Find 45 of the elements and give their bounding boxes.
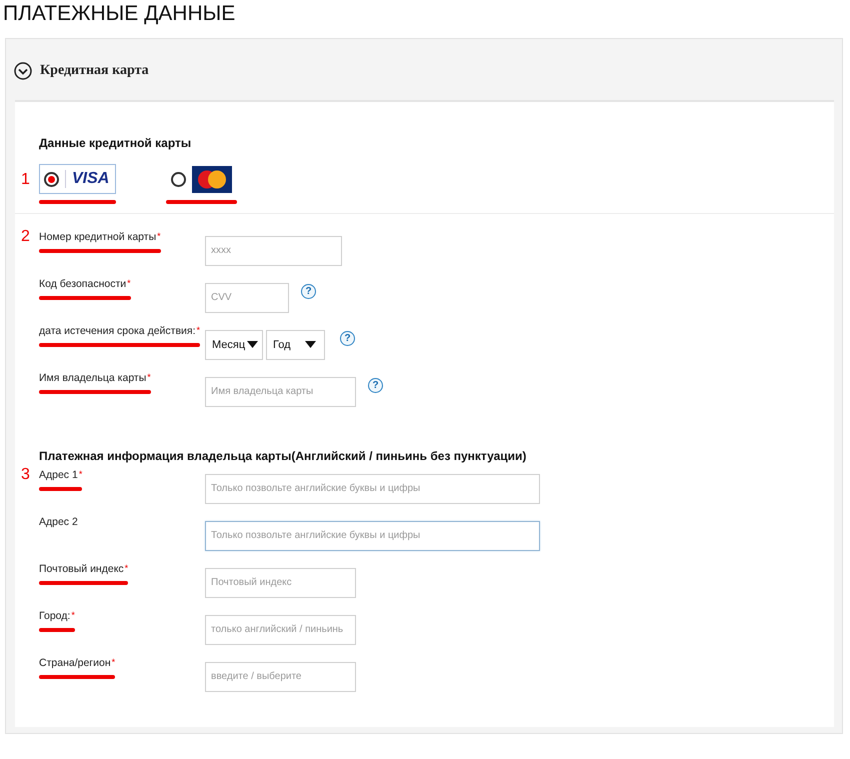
section-title[interactable]: Кредитная карта — [40, 62, 149, 78]
required-mark: * — [157, 231, 161, 241]
field-label: Номер кредитной карты — [39, 231, 156, 243]
field-label: Имя владельца карты — [39, 372, 146, 384]
input-field[interactable]: CVV — [205, 282, 289, 312]
chevron-circle-icon[interactable] — [14, 62, 32, 80]
dropdown-arrow-icon — [247, 341, 258, 348]
dropdown[interactable]: Месяц — [205, 330, 263, 360]
card-data-heading: Данные кредитной карты — [39, 136, 192, 150]
annotation-number: 3 — [21, 466, 31, 484]
visa-logo: VISA — [65, 170, 110, 188]
radio-button[interactable] — [44, 172, 59, 186]
help-icon[interactable]: ? — [340, 331, 355, 346]
annotation-number: 2 — [21, 228, 31, 246]
dropdown-arrow-icon — [305, 341, 316, 348]
input-field[interactable]: только английский / пиньинь — [205, 614, 356, 644]
field-label: Город: — [39, 610, 70, 622]
page-title: ПЛАТЕЖНЫЕ ДАННЫЕ — [3, 2, 236, 26]
required-mark: * — [71, 610, 75, 620]
required-mark: * — [112, 657, 116, 667]
field-label: Адрес 1 — [39, 469, 78, 481]
input-field[interactable]: Имя владельца карты — [205, 376, 356, 406]
required-mark: * — [147, 372, 151, 382]
field-label: Почтовый индекс — [39, 563, 124, 575]
required-mark: * — [124, 563, 128, 573]
visa-option[interactable]: VISA — [39, 164, 116, 194]
required-mark: * — [127, 278, 131, 288]
input-field[interactable]: Почтовый индекс — [205, 568, 356, 598]
field-label: Код безопасности — [39, 278, 126, 290]
radio-button[interactable] — [171, 172, 186, 186]
input-field[interactable]: Только позвольте английские буквы и цифры — [205, 520, 540, 550]
annotation-number: 1 — [21, 170, 31, 189]
input-field[interactable]: xxxx — [205, 236, 342, 266]
required-mark: * — [78, 469, 82, 479]
input-field[interactable]: Только позвольте английские буквы и цифры — [205, 474, 540, 504]
input-field[interactable]: введите / выберите — [205, 662, 356, 692]
mastercard-logo — [192, 166, 232, 192]
field-label: Страна/регион — [39, 657, 111, 669]
required-mark: * — [196, 325, 200, 335]
help-icon[interactable]: ? — [301, 284, 316, 299]
billing-heading: Платежная информация владельца карты(Английский / пиньинь без пунктуации) — [39, 449, 528, 463]
field-label: Адрес 2 — [39, 516, 78, 528]
help-icon[interactable]: ? — [368, 378, 383, 393]
dropdown[interactable]: Год — [266, 330, 325, 360]
field-label: дата истечения срока действия: — [39, 325, 196, 337]
